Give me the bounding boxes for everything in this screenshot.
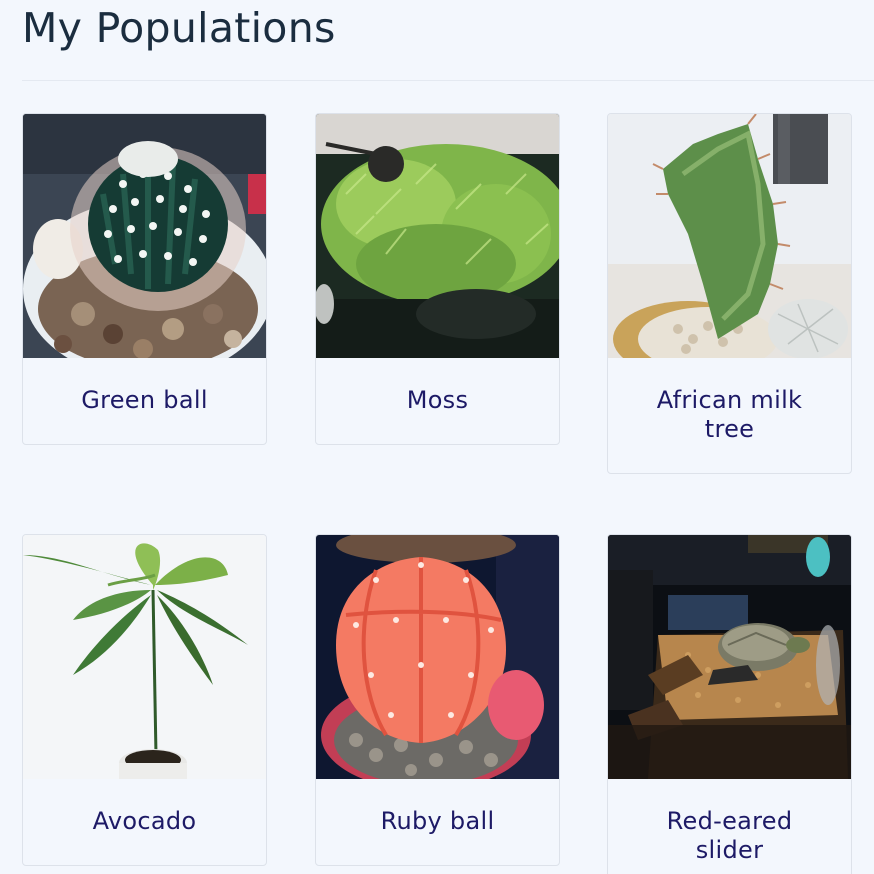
population-card-african-milk-tree[interactable]: African milk tree (607, 113, 852, 474)
population-card-avocado[interactable]: Avocado (22, 534, 267, 866)
population-name: Moss (406, 386, 469, 414)
population-card-red-eared-slider[interactable]: Red-eared slider (607, 534, 852, 874)
population-card-green-ball[interactable]: Green ball (22, 113, 267, 445)
populations-page: My Populations Green ball Moss African m… (0, 0, 874, 874)
population-name: Green ball (81, 386, 208, 414)
ruby-ball-cactus-photo (316, 535, 559, 779)
cactus-green-ball-photo (23, 114, 266, 358)
page-title: My Populations (22, 4, 336, 52)
african-milk-tree-photo (608, 114, 851, 358)
turtle-tank-photo (608, 535, 851, 779)
population-name: Ruby ball (380, 807, 495, 835)
moss-photo (316, 114, 559, 358)
population-card-moss[interactable]: Moss (315, 113, 560, 445)
title-divider (22, 80, 874, 81)
avocado-seedling-photo (23, 535, 266, 779)
population-card-ruby-ball[interactable]: Ruby ball (315, 534, 560, 866)
population-name: African milk tree (656, 386, 803, 443)
population-name: Red-eared slider (666, 807, 793, 864)
population-name: Avocado (92, 807, 197, 835)
